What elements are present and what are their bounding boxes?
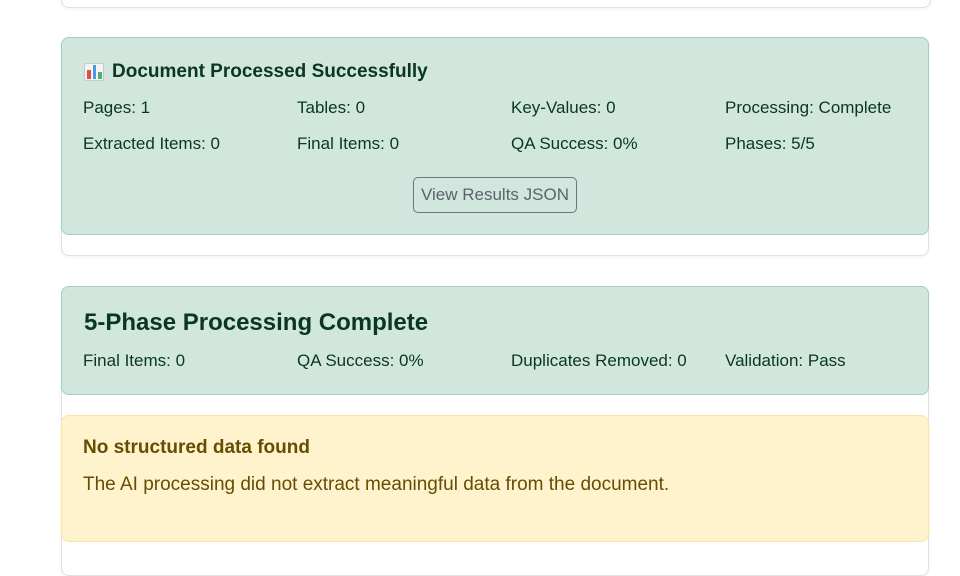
stat-phases: Phases: 5/5 xyxy=(725,134,815,153)
phase-stat-validation: Validation: Pass xyxy=(725,351,846,370)
summary-title: Document Processed Successfully xyxy=(112,61,428,82)
previous-card xyxy=(61,0,931,8)
stat-final-items: Final Items: 0 xyxy=(297,134,400,153)
warning-title: No structured data found xyxy=(83,437,310,458)
phase-title-row: 5-Phase Processing Complete xyxy=(84,309,428,337)
success-alert: Document Processed Successfully Pages: 1… xyxy=(61,37,929,235)
stat-key-values: Key-Values: 0 xyxy=(511,98,616,117)
phase-processing-card: 5-Phase Processing Complete Final Items:… xyxy=(61,286,929,576)
stat-extracted-items: Extracted Items: 0 xyxy=(83,134,220,153)
bar-chart-icon xyxy=(84,63,104,81)
phase-stat-duplicates-removed: Duplicates Removed: 0 xyxy=(511,351,687,370)
summary-title-row: Document Processed Successfully xyxy=(84,61,428,83)
stat-qa-success: QA Success: 0% xyxy=(511,134,638,153)
no-data-warning: No structured data found The AI processi… xyxy=(61,415,929,542)
stat-pages: Pages: 1 xyxy=(83,98,151,117)
view-results-json-button[interactable]: View Results JSON xyxy=(413,177,577,213)
phase-success-alert: 5-Phase Processing Complete Final Items:… xyxy=(61,286,929,395)
stat-processing: Processing: Complete xyxy=(725,98,892,117)
stat-tables: Tables: 0 xyxy=(297,98,366,117)
phase-stat-final-items: Final Items: 0 xyxy=(83,351,186,370)
phase-stat-qa-success: QA Success: 0% xyxy=(297,351,424,370)
warning-message: The AI processing did not extract meanin… xyxy=(83,474,670,495)
document-summary-card: Document Processed Successfully Pages: 1… xyxy=(61,37,929,256)
phase-title: 5-Phase Processing Complete xyxy=(84,309,429,336)
